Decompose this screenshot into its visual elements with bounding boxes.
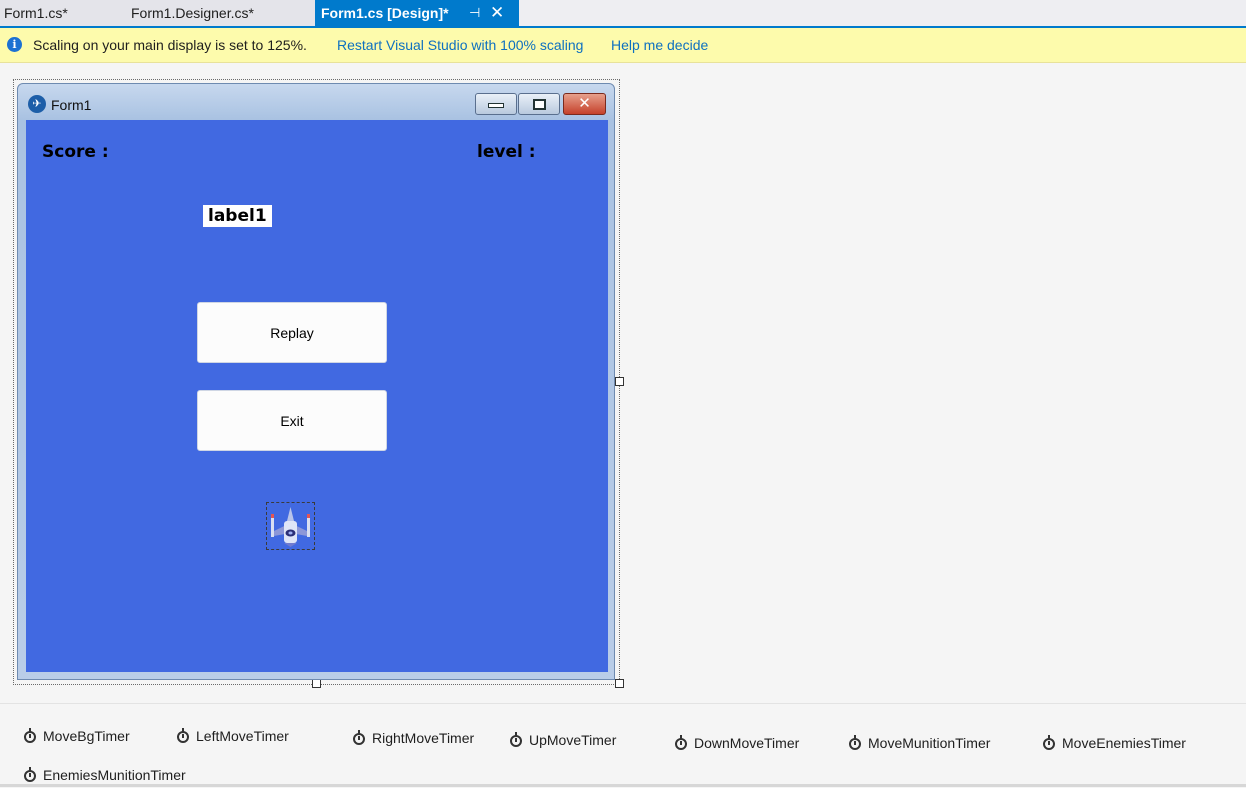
pin-icon[interactable]: ⊣ [469,0,480,26]
form-app-icon: ✈ [28,95,46,113]
minimize-icon [488,103,504,108]
timer-label: EnemiesMunitionTimer [43,767,186,783]
form-title: Form1 [51,97,92,113]
timer-label: LeftMoveTimer [196,728,289,744]
tray-item-enemiesmunitiontimer[interactable]: EnemiesMunitionTimer [24,767,186,783]
form1-window[interactable]: ✈ Form1 ✕ Score : level : label1 Replay … [17,83,615,680]
tab-form1-cs[interactable]: Form1.cs* [0,0,124,26]
stopwatch-icon [353,730,365,745]
resize-handle-right[interactable] [615,377,624,386]
scaling-info-bar: i Scaling on your main display is set to… [0,28,1246,63]
label1[interactable]: label1 [203,205,272,227]
replay-button[interactable]: Replay [197,302,387,363]
restart-scaling-link[interactable]: Restart Visual Studio with 100% scaling [337,37,583,53]
stopwatch-icon [177,728,189,743]
component-tray: MoveBgTimer LeftMoveTimer RightMoveTimer… [0,703,1246,788]
tray-item-rightmovetimer[interactable]: RightMoveTimer [353,730,474,746]
timer-label: MoveMunitionTimer [868,735,991,751]
stopwatch-icon [675,735,687,750]
stopwatch-icon [510,732,522,747]
form-title-bar: ✈ Form1 ✕ [18,84,614,120]
resize-handle-corner[interactable] [615,679,624,688]
stopwatch-icon [1043,735,1055,750]
close-button[interactable]: ✕ [563,93,606,115]
close-icon[interactable]: ✕ [490,0,504,26]
tray-item-upmovetimer[interactable]: UpMoveTimer [510,732,616,748]
tab-label: Form1.cs* [4,5,68,21]
info-message: Scaling on your main display is set to 1… [33,37,307,53]
timer-label: DownMoveTimer [694,735,800,751]
tray-item-movemunitiontimer[interactable]: MoveMunitionTimer [849,735,990,751]
tab-form1-designer-cs[interactable]: Form1.Designer.cs* [124,0,317,26]
info-icon: i [7,37,22,52]
help-me-decide-link[interactable]: Help me decide [611,37,708,53]
spaceship-icon [271,507,310,547]
close-icon: ✕ [578,95,591,112]
tray-item-moveenemiestimer[interactable]: MoveEnemiesTimer [1043,735,1186,751]
tab-label: Form1.cs [Design]* [321,5,449,21]
timer-label: UpMoveTimer [529,732,617,748]
tab-form1-design[interactable]: Form1.cs [Design]* ⊣ ✕ [315,0,519,26]
timer-label: RightMoveTimer [372,730,475,746]
spaceship-picturebox[interactable] [266,502,315,550]
stopwatch-icon [849,735,861,750]
tray-item-movebgtimer[interactable]: MoveBgTimer [24,728,130,744]
tray-item-leftmovetimer[interactable]: LeftMoveTimer [177,728,289,744]
stopwatch-icon [24,767,36,782]
maximize-button[interactable] [518,93,560,115]
tray-item-downmovetimer[interactable]: DownMoveTimer [675,735,799,751]
form-client-area[interactable]: Score : level : label1 Replay Exit [26,120,608,672]
exit-button[interactable]: Exit [197,390,387,451]
level-label[interactable]: level : [477,142,536,162]
document-tab-bar: Form1.cs* Form1.Designer.cs* Form1.cs [D… [0,0,1246,28]
timer-label: MoveBgTimer [43,728,130,744]
score-label[interactable]: Score : [42,142,109,162]
resize-handle-bottom[interactable] [312,679,321,688]
timer-label: MoveEnemiesTimer [1062,735,1186,751]
minimize-button[interactable] [475,93,517,115]
stopwatch-icon [24,728,36,743]
tab-label: Form1.Designer.cs* [131,5,254,21]
maximize-icon [532,99,546,110]
